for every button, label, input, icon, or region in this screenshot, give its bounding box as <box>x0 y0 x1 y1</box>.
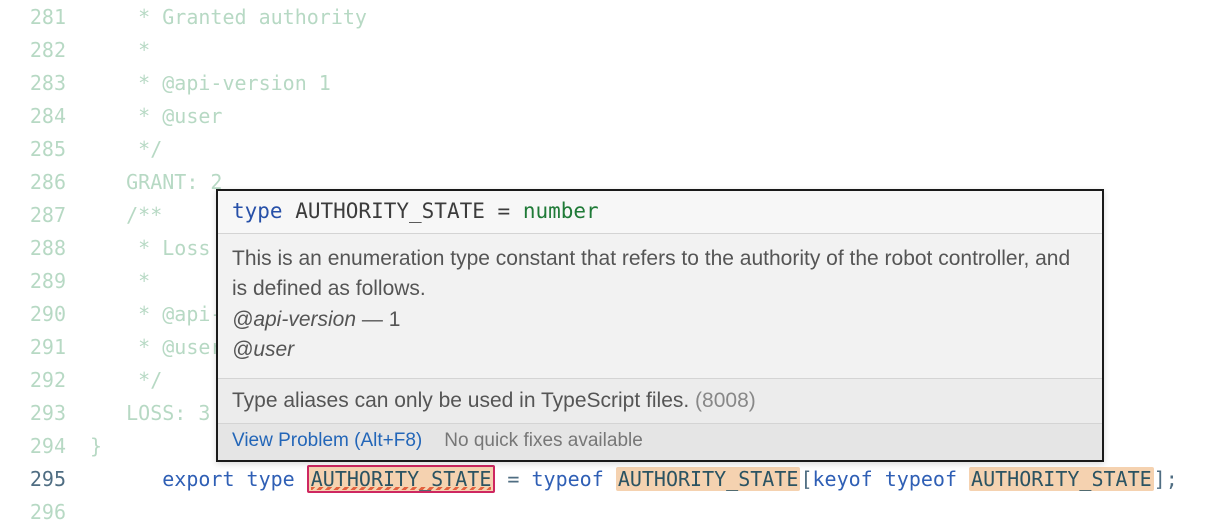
bracket-open: [ <box>800 467 812 491</box>
line-number: 293 <box>0 401 90 425</box>
line-number: 285 <box>0 137 90 161</box>
diagnostic-code: (8008) <box>695 389 756 412</box>
line-text: /** <box>90 203 162 227</box>
code-line[interactable]: 285 */ <box>0 132 1225 165</box>
line-number: 294 <box>0 434 90 458</box>
doc-tag-api-version: @api-version <box>232 308 356 331</box>
bracket-close-semi: ]; <box>1154 467 1178 491</box>
token-authority-state[interactable]: AUTHORITY_STATE <box>616 467 801 491</box>
sig-keyword: type <box>232 199 283 223</box>
operator-equals: = <box>495 467 531 491</box>
line-number: 291 <box>0 335 90 359</box>
line-number: 286 <box>0 170 90 194</box>
line-text: * @api-v <box>90 302 235 326</box>
code-line[interactable]: 295 export type AUTHORITY_STATE = typeof… <box>0 462 1225 495</box>
no-quick-fixes-label: No quick fixes available <box>444 430 643 452</box>
sig-type: number <box>523 199 599 223</box>
keyword-typeof: typeof <box>532 467 604 491</box>
hover-tooltip: type AUTHORITY_STATE = number This is an… <box>216 189 1104 462</box>
line-text: * <box>90 38 150 62</box>
line-number: 289 <box>0 269 90 293</box>
token-authority-state[interactable]: AUTHORITY_STATE <box>969 467 1154 491</box>
line-text: * @api-version 1 <box>90 71 331 95</box>
line-text: * @user <box>90 104 222 128</box>
code-line[interactable]: 284 * @user <box>0 99 1225 132</box>
line-number: 284 <box>0 104 90 128</box>
hover-actions: View Problem (Alt+F8) No quick fixes ava… <box>218 424 1102 460</box>
token-authority-state-selected[interactable]: AUTHORITY_STATE <box>307 465 496 493</box>
line-text: * Granted authority <box>90 5 367 29</box>
sig-name: AUTHORITY_STATE <box>283 199 498 223</box>
diagnostic-message: Type aliases can only be used in TypeScr… <box>232 389 695 412</box>
line-number: 283 <box>0 71 90 95</box>
sig-eq: = <box>498 199 523 223</box>
line-number: 282 <box>0 38 90 62</box>
hover-documentation: This is an enumeration type constant tha… <box>218 234 1102 379</box>
keyword-export: export <box>162 467 234 491</box>
line-number: 281 <box>0 5 90 29</box>
hover-diagnostic: Type aliases can only be used in TypeScr… <box>218 379 1102 424</box>
doc-tag-api-version-value: — 1 <box>356 308 400 331</box>
line-text: LOSS: 3 <box>90 401 210 425</box>
keyword-typeof: typeof <box>885 467 957 491</box>
view-problem-link[interactable]: View Problem (Alt+F8) <box>232 430 422 452</box>
keyword-keyof: keyof <box>812 467 872 491</box>
line-text: * @user <box>90 335 222 359</box>
line-number: 295 <box>0 467 90 491</box>
code-line[interactable]: 283 * @api-version 1 <box>0 66 1225 99</box>
doc-description: This is an enumeration type constant tha… <box>232 244 1088 305</box>
line-number: 288 <box>0 236 90 260</box>
hover-signature: type AUTHORITY_STATE = number <box>218 191 1102 234</box>
code-line[interactable]: 282 * <box>0 33 1225 66</box>
line-number: 292 <box>0 368 90 392</box>
line-number: 287 <box>0 203 90 227</box>
line-text: GRANT: 2 <box>90 170 222 194</box>
code-line[interactable]: 281 * Granted authority <box>0 0 1225 33</box>
doc-tag-user: @user <box>232 338 294 361</box>
line-text: */ <box>90 368 162 392</box>
line-text: * <box>90 269 150 293</box>
line-number: 296 <box>0 500 90 524</box>
keyword-type: type <box>247 467 295 491</box>
line-number: 290 <box>0 302 90 326</box>
line-text: */ <box>90 137 162 161</box>
